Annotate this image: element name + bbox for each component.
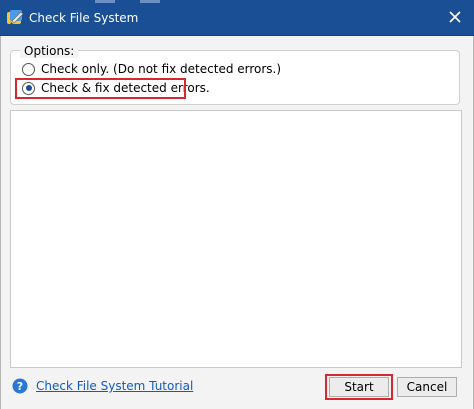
background-tab-edge — [140, 0, 160, 3]
option-check-only-label: Check only. (Do not fix detected errors.… — [41, 62, 282, 76]
window-title: Check File System — [29, 11, 139, 25]
option-highlight-frame — [15, 78, 186, 99]
help-icon[interactable]: ? — [12, 378, 28, 394]
close-icon[interactable] — [449, 11, 461, 23]
app-icon — [7, 10, 24, 25]
option-check-only[interactable]: Check only. (Do not fix detected errors.… — [22, 61, 281, 77]
svg-text:?: ? — [17, 380, 23, 393]
tutorial-link[interactable]: Check File System Tutorial — [36, 379, 193, 393]
options-legend: Options: — [20, 44, 79, 58]
title-bar: Check File System — [0, 0, 474, 36]
cancel-button[interactable]: Cancel — [397, 377, 457, 397]
radio-check-only[interactable] — [22, 62, 35, 76]
start-button[interactable]: Start — [329, 377, 389, 397]
log-output-area — [10, 110, 462, 368]
background-tab-edge — [95, 0, 115, 3]
